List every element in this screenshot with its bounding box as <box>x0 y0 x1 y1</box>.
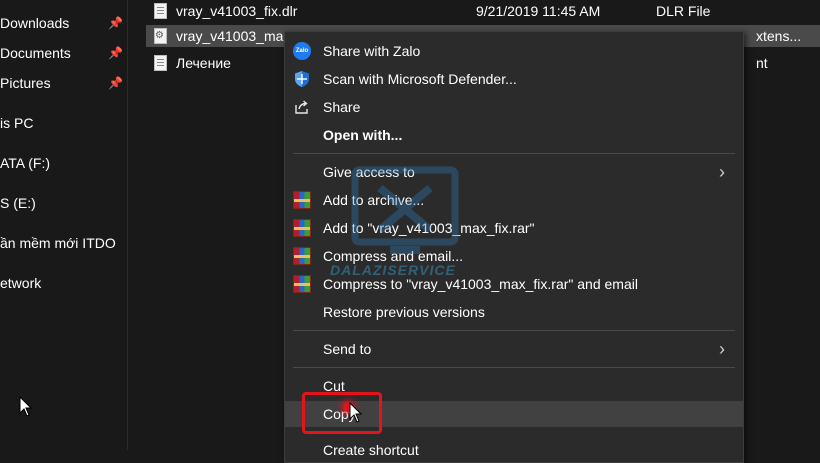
file-type: DLR File <box>656 3 711 19</box>
menu-item-open-with[interactable]: Open with... <box>285 122 743 148</box>
sidebar-item-label: ần mềm mới ITDO <box>0 235 116 251</box>
config-file-icon <box>154 25 167 47</box>
file-type: xtens... <box>756 28 802 44</box>
menu-item-restore-previous-versions[interactable]: Restore previous versions <box>285 299 743 325</box>
menu-item-send-to[interactable]: Send to › <box>285 336 743 362</box>
document-icon <box>154 55 167 71</box>
menu-item-label: Open with... <box>323 127 403 143</box>
menu-item-label: Restore previous versions <box>323 304 485 320</box>
chevron-right-icon: › <box>719 162 725 182</box>
file-name: Лечение <box>176 55 231 71</box>
sidebar-item-network[interactable]: etwork <box>0 272 127 294</box>
sidebar-item-data-drive[interactable]: ATA (F:) <box>0 152 127 174</box>
file-date: 9/21/2019 11:45 AM <box>476 3 601 19</box>
winrar-icon <box>293 275 311 293</box>
sidebar-item-pictures[interactable]: Pictures 📌 <box>0 72 127 94</box>
menu-item-label: Create shortcut <box>323 442 419 458</box>
pin-icon: 📌 <box>108 46 123 60</box>
sidebar-item-this-pc[interactable]: is PC <box>0 112 127 134</box>
pin-icon: 📌 <box>108 16 123 30</box>
mouse-pointer-icon <box>19 396 33 417</box>
document-icon <box>154 3 167 19</box>
highlight-box <box>302 392 382 434</box>
sidebar-item-os-drive[interactable]: S (E:) <box>0 192 127 214</box>
file-row[interactable]: vray_v41003_fix.dlr 9/21/2019 11:45 AM D… <box>146 0 820 22</box>
winrar-icon <box>293 247 311 265</box>
menu-item-label: Scan with Microsoft Defender... <box>323 71 517 87</box>
file-name: vray_v41003_fix.dlr <box>176 3 298 19</box>
menu-item-scan-defender[interactable]: Scan with Microsoft Defender... <box>285 66 743 92</box>
sidebar-item-documents[interactable]: Documents 📌 <box>0 42 127 64</box>
sidebar-item-label: S (E:) <box>0 195 36 211</box>
menu-separator <box>293 330 735 331</box>
navigation-pane: Downloads 📌 Documents 📌 Pictures 📌 is PC… <box>0 0 128 450</box>
winrar-icon <box>293 191 311 209</box>
sidebar-item-label: Downloads <box>0 15 70 31</box>
menu-item-share-with-zalo[interactable]: Zalo Share with Zalo <box>285 38 743 64</box>
mouse-pointer-icon <box>349 402 363 423</box>
menu-item-label: Share <box>323 99 361 115</box>
defender-shield-icon <box>295 71 309 87</box>
menu-separator <box>293 367 735 368</box>
chevron-right-icon: › <box>719 339 725 359</box>
sidebar-item-downloads[interactable]: Downloads 📌 <box>0 12 127 34</box>
menu-item-share[interactable]: Share <box>285 94 743 120</box>
sidebar-item-software-folder[interactable]: ần mềm mới ITDO <box>0 232 127 254</box>
share-icon <box>295 100 308 114</box>
sidebar-item-label: ATA (F:) <box>0 155 51 171</box>
menu-item-label: Share with Zalo <box>323 43 421 59</box>
sidebar-item-label: Documents <box>0 45 71 61</box>
watermark-text: DALAZISERVICE <box>330 262 456 278</box>
menu-item-label: Send to <box>323 341 372 357</box>
zalo-icon: Zalo <box>293 42 311 60</box>
winrar-icon <box>293 219 311 237</box>
sidebar-item-label: etwork <box>0 275 42 291</box>
pin-icon: 📌 <box>108 76 123 90</box>
menu-separator <box>293 153 735 154</box>
file-type: nt <box>756 55 768 71</box>
sidebar-item-label: Pictures <box>0 75 51 91</box>
sidebar-item-label: is PC <box>0 115 34 131</box>
menu-item-create-shortcut[interactable]: Create shortcut <box>285 437 743 463</box>
file-name: vray_v41003_ma <box>176 28 284 44</box>
